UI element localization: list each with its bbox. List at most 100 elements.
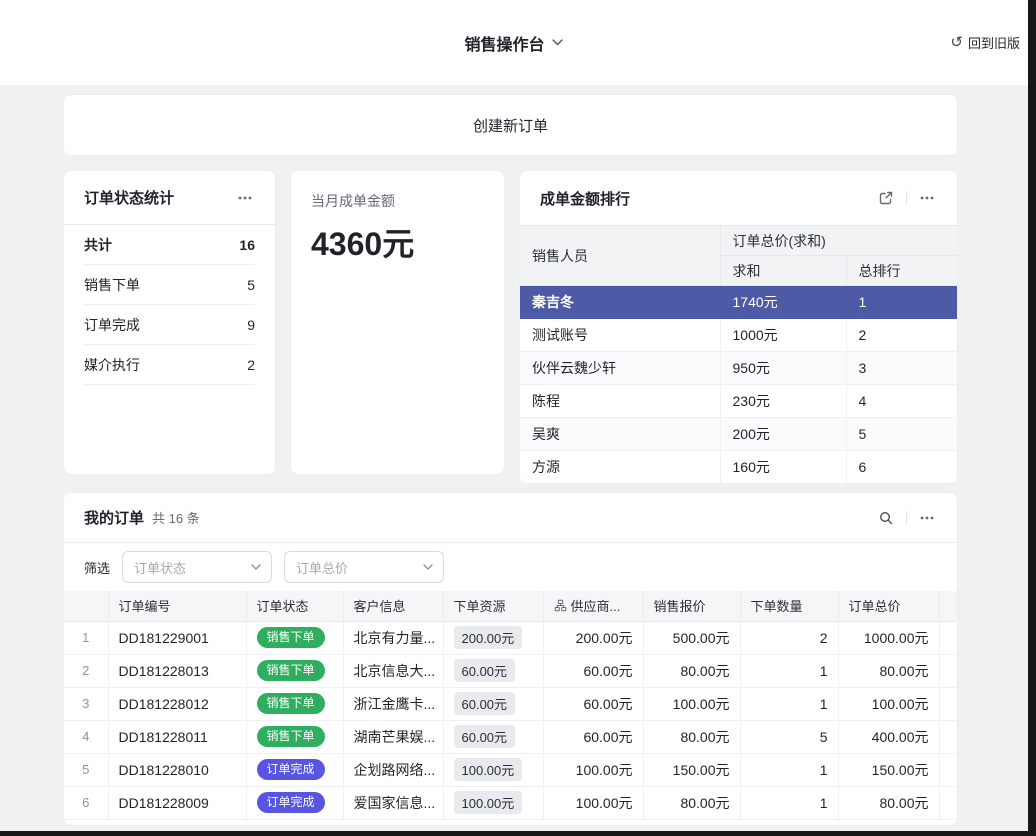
resource-pill: 60.00元 xyxy=(454,725,516,748)
workspace-switcher[interactable]: 销售操作台 xyxy=(464,31,563,55)
status-list: 共计 16 销售下单 5 订单完成9媒介执行2 xyxy=(64,225,275,385)
more-icon[interactable] xyxy=(917,508,937,528)
ranking-row[interactable]: 陈程230元4 xyxy=(520,385,957,418)
order-row[interactable]: 1DD181229001销售下单北京有力量...200.00元200.00元50… xyxy=(64,621,957,654)
ranking-card-actions xyxy=(876,188,937,208)
more-icon[interactable] xyxy=(917,188,937,208)
monthly-amount-card: 当月成单金额 4360元 xyxy=(290,170,505,475)
order-status-stats-card: 订单状态统计 共计 16 销售下单 5 订单完成9媒介执行2 xyxy=(63,170,276,475)
page-title: 销售操作台 xyxy=(464,31,544,55)
col-order-resource: 下单资源 xyxy=(443,591,543,621)
supplier-quote: 200.00元 xyxy=(543,621,643,654)
col-order-number: 订单编号 xyxy=(108,591,246,621)
sales-quote: 100.00元 xyxy=(643,687,740,720)
ranking-col-total: 订单总价(求和) xyxy=(720,226,957,256)
monthly-amount-label: 当月成单金额 xyxy=(311,191,484,211)
status-row: 媒介执行2 xyxy=(84,345,255,385)
row-spacer-cell xyxy=(939,687,957,720)
ranking-person: 陈程 xyxy=(520,385,720,418)
order-row[interactable]: 4DD181228011销售下单湖南芒果娱...60.00元60.00元80.0… xyxy=(64,720,957,753)
order-row[interactable]: 3DD181228012销售下单浙江金鹰卡...60.00元60.00元100.… xyxy=(64,687,957,720)
index-column-header xyxy=(64,591,108,621)
search-icon[interactable] xyxy=(876,508,896,528)
status-row-value: 5 xyxy=(247,277,255,293)
order-resource-cell: 60.00元 xyxy=(443,687,543,720)
restore-icon: ↺ xyxy=(950,35,963,50)
order-qty: 2 xyxy=(740,621,838,654)
divider xyxy=(906,191,907,205)
order-total: 100.00元 xyxy=(838,687,939,720)
customer-info: 北京信息大... xyxy=(343,654,443,687)
ranking-row[interactable]: 吴爽200元5 xyxy=(520,418,957,451)
ranking-rank: 3 xyxy=(846,352,957,385)
status-row-label: 媒介执行 xyxy=(84,355,140,375)
ranking-row[interactable]: 伙伴云魏少轩950元3 xyxy=(520,352,957,385)
orders-table: 订单编号 订单状态 客户信息 下单资源 供应商... xyxy=(64,591,957,820)
row-spacer-cell xyxy=(939,753,957,786)
ranking-rank: 4 xyxy=(846,385,957,418)
col-sales-quote: 销售报价 xyxy=(643,591,740,621)
status-row: 销售下单 5 xyxy=(84,265,255,305)
top-bar: 销售操作台 ↺ 回到旧版 xyxy=(0,0,1028,85)
status-row-label: 销售下单 xyxy=(84,275,140,295)
order-row[interactable]: 5DD181228010订单完成企划路网络...100.00元100.00元15… xyxy=(64,753,957,786)
ranking-row[interactable]: 秦吉冬1740元1 xyxy=(520,286,957,319)
order-total-filter-select[interactable]: 订单总价 xyxy=(284,551,444,583)
status-row: 订单完成9 xyxy=(84,305,255,345)
order-status-cell: 销售下单 xyxy=(246,621,343,654)
status-badge: 销售下单 xyxy=(257,693,325,714)
sales-quote: 500.00元 xyxy=(643,621,740,654)
ranking-row[interactable]: 方源160元6 xyxy=(520,451,957,484)
order-status-stats-header: 订单状态统计 xyxy=(64,171,275,225)
order-index: 5 xyxy=(64,753,108,786)
order-qty: 1 xyxy=(740,687,838,720)
status-badge: 订单完成 xyxy=(257,759,325,780)
ranking-person: 秦吉冬 xyxy=(520,286,720,319)
order-number: DD181228011 xyxy=(108,720,246,753)
order-qty: 1 xyxy=(740,786,838,819)
ranking-person: 吴爽 xyxy=(520,418,720,451)
order-index: 4 xyxy=(64,720,108,753)
order-total: 80.00元 xyxy=(838,654,939,687)
col-spacer xyxy=(939,591,957,621)
order-resource-cell: 200.00元 xyxy=(443,621,543,654)
ranking-row[interactable]: 测试账号1000元2 xyxy=(520,319,957,352)
status-row-label: 订单完成 xyxy=(84,315,140,335)
col-customer-info: 客户信息 xyxy=(343,591,443,621)
status-badge: 销售下单 xyxy=(257,627,325,648)
supplier-quote: 60.00元 xyxy=(543,654,643,687)
create-new-order-button[interactable]: 创建新订单 xyxy=(63,94,958,156)
ranking-amount: 950元 xyxy=(720,352,846,385)
status-row: 共计 16 xyxy=(84,225,255,265)
status-badge: 销售下单 xyxy=(257,726,325,747)
filter-row: 筛选 订单状态 订单总价 xyxy=(64,543,957,591)
more-icon[interactable] xyxy=(235,188,255,208)
order-number: DD181228012 xyxy=(108,687,246,720)
ranking-amount: 1740元 xyxy=(720,286,846,319)
order-total-filter-placeholder: 订单总价 xyxy=(296,558,348,577)
ranking-person: 方源 xyxy=(520,451,720,484)
sales-quote: 150.00元 xyxy=(643,753,740,786)
resource-pill: 100.00元 xyxy=(454,758,523,781)
status-row-label: 共计 xyxy=(84,235,112,255)
customer-info: 北京有力量... xyxy=(343,621,443,654)
order-index: 2 xyxy=(64,654,108,687)
status-badge: 订单完成 xyxy=(257,792,325,813)
export-icon[interactable] xyxy=(876,188,896,208)
back-to-old-version-button[interactable]: ↺ 回到旧版 xyxy=(950,0,1020,85)
supplier-quote: 100.00元 xyxy=(543,753,643,786)
order-status-filter-select[interactable]: 订单状态 xyxy=(122,551,272,583)
chevron-down-icon xyxy=(552,37,564,49)
lookup-icon xyxy=(554,599,567,612)
order-row[interactable]: 6DD181228009订单完成爱国家信息...100.00元100.00元80… xyxy=(64,786,957,819)
sales-quote: 80.00元 xyxy=(643,720,740,753)
dashboard-cards-row: 订单状态统计 共计16销售下单5订单完成9媒介执行2 当月成单金额 4360元 … xyxy=(63,170,958,484)
order-row[interactable]: 2DD181228013销售下单北京信息大...60.00元60.00元80.0… xyxy=(64,654,957,687)
resource-pill: 200.00元 xyxy=(454,626,523,649)
ranking-rank: 1 xyxy=(846,286,957,319)
order-qty: 5 xyxy=(740,720,838,753)
ranking-rank: 6 xyxy=(846,451,957,484)
status-row-value: 16 xyxy=(239,237,255,253)
my-orders-actions xyxy=(876,508,937,528)
my-orders-count: 共 16 条 xyxy=(152,508,200,527)
